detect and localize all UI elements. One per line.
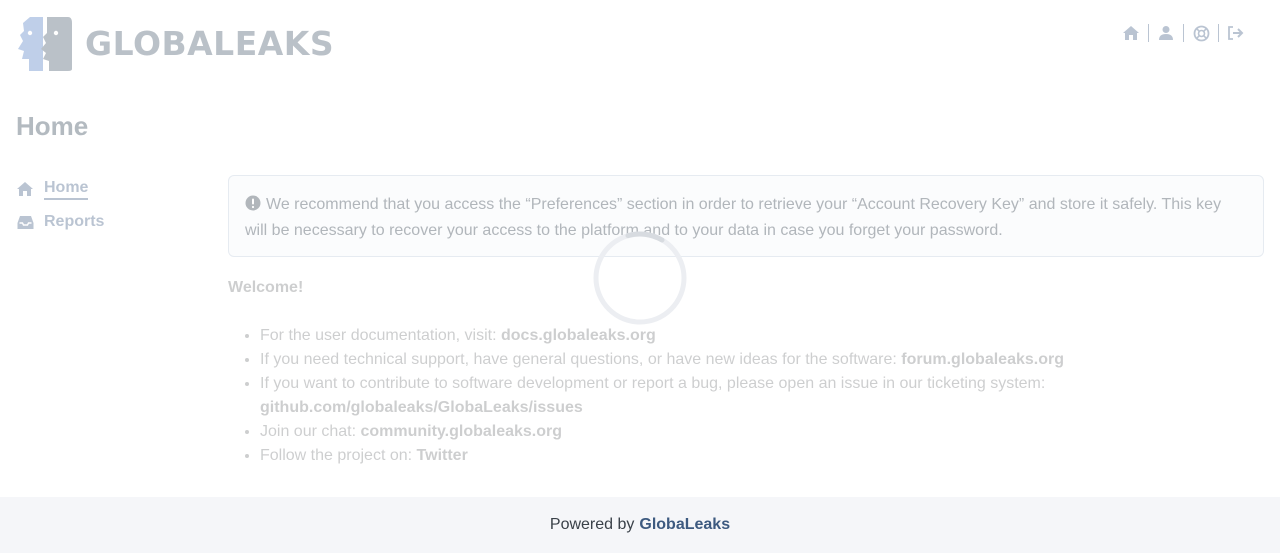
loading-spinner-icon <box>593 231 687 325</box>
list-item-text: If you want to contribute to software de… <box>260 375 1046 392</box>
help-icon[interactable] <box>1190 22 1212 44</box>
logo-mark-icon <box>18 17 72 71</box>
list-item-text: If you need technical support, have gene… <box>260 351 902 368</box>
logo[interactable]: GLOBALEAKS <box>16 15 334 73</box>
footer-prefix: Powered by <box>549 516 635 533</box>
list-item: If you need technical support, have gene… <box>260 348 1264 372</box>
user-icon[interactable] <box>1155 22 1177 44</box>
community-link[interactable]: community.globaleaks.org <box>361 423 563 440</box>
list-item: Follow the project on: Twitter <box>260 444 1264 468</box>
logo-text: GLOBALEAKS <box>85 24 335 63</box>
home-icon <box>16 180 34 198</box>
footer-globaleaks-link[interactable]: GlobaLeaks <box>639 516 730 534</box>
sidebar-item-label: Home <box>44 179 89 200</box>
list-item: For the user documentation, visit: docs.… <box>260 324 1264 348</box>
page: GLOBALEAKS Home Home Reports We recommen… <box>0 0 1280 553</box>
sidebar-item-home[interactable]: Home <box>16 176 206 202</box>
twitter-link[interactable]: Twitter <box>417 447 468 464</box>
list-item-text: For the user documentation, visit: <box>260 327 501 344</box>
welcome-list: For the user documentation, visit: docs.… <box>228 324 1264 468</box>
nav-separator <box>1183 24 1184 42</box>
nav-separator <box>1148 24 1149 42</box>
page-title: Home <box>16 111 89 141</box>
footer: Powered by GlobaLeaks <box>0 497 1280 553</box>
github-issues-link[interactable]: github.com/globaleaks/GlobaLeaks/issues <box>260 399 583 416</box>
welcome-section: Welcome! For the user documentation, vis… <box>228 276 1264 468</box>
docs-link[interactable]: docs.globaleaks.org <box>501 327 656 344</box>
header: GLOBALEAKS <box>0 0 1280 90</box>
sidebar-item-label: Reports <box>44 213 105 230</box>
sidebar-item-reports[interactable]: Reports <box>16 209 206 235</box>
list-item-text: Join our chat: <box>260 423 361 440</box>
top-nav <box>1120 22 1247 44</box>
sidebar: Home Reports <box>16 176 206 242</box>
welcome-title: Welcome! <box>228 279 304 296</box>
exclamation-circle-icon <box>245 195 261 219</box>
alert-text: We recommend that you access the “Prefer… <box>245 196 1222 239</box>
list-item: If you want to contribute to software de… <box>260 372 1264 420</box>
inbox-icon <box>16 213 34 231</box>
list-item: Join our chat: community.globaleaks.org <box>260 420 1264 444</box>
forum-link[interactable]: forum.globaleaks.org <box>901 351 1064 368</box>
recovery-key-alert: We recommend that you access the “Prefer… <box>228 175 1264 257</box>
list-item-text: Follow the project on: <box>260 447 417 464</box>
home-icon[interactable] <box>1120 22 1142 44</box>
alert-message: We recommend that you access the “Prefer… <box>245 193 1247 243</box>
nav-separator <box>1218 24 1219 42</box>
logout-icon[interactable] <box>1225 22 1247 44</box>
